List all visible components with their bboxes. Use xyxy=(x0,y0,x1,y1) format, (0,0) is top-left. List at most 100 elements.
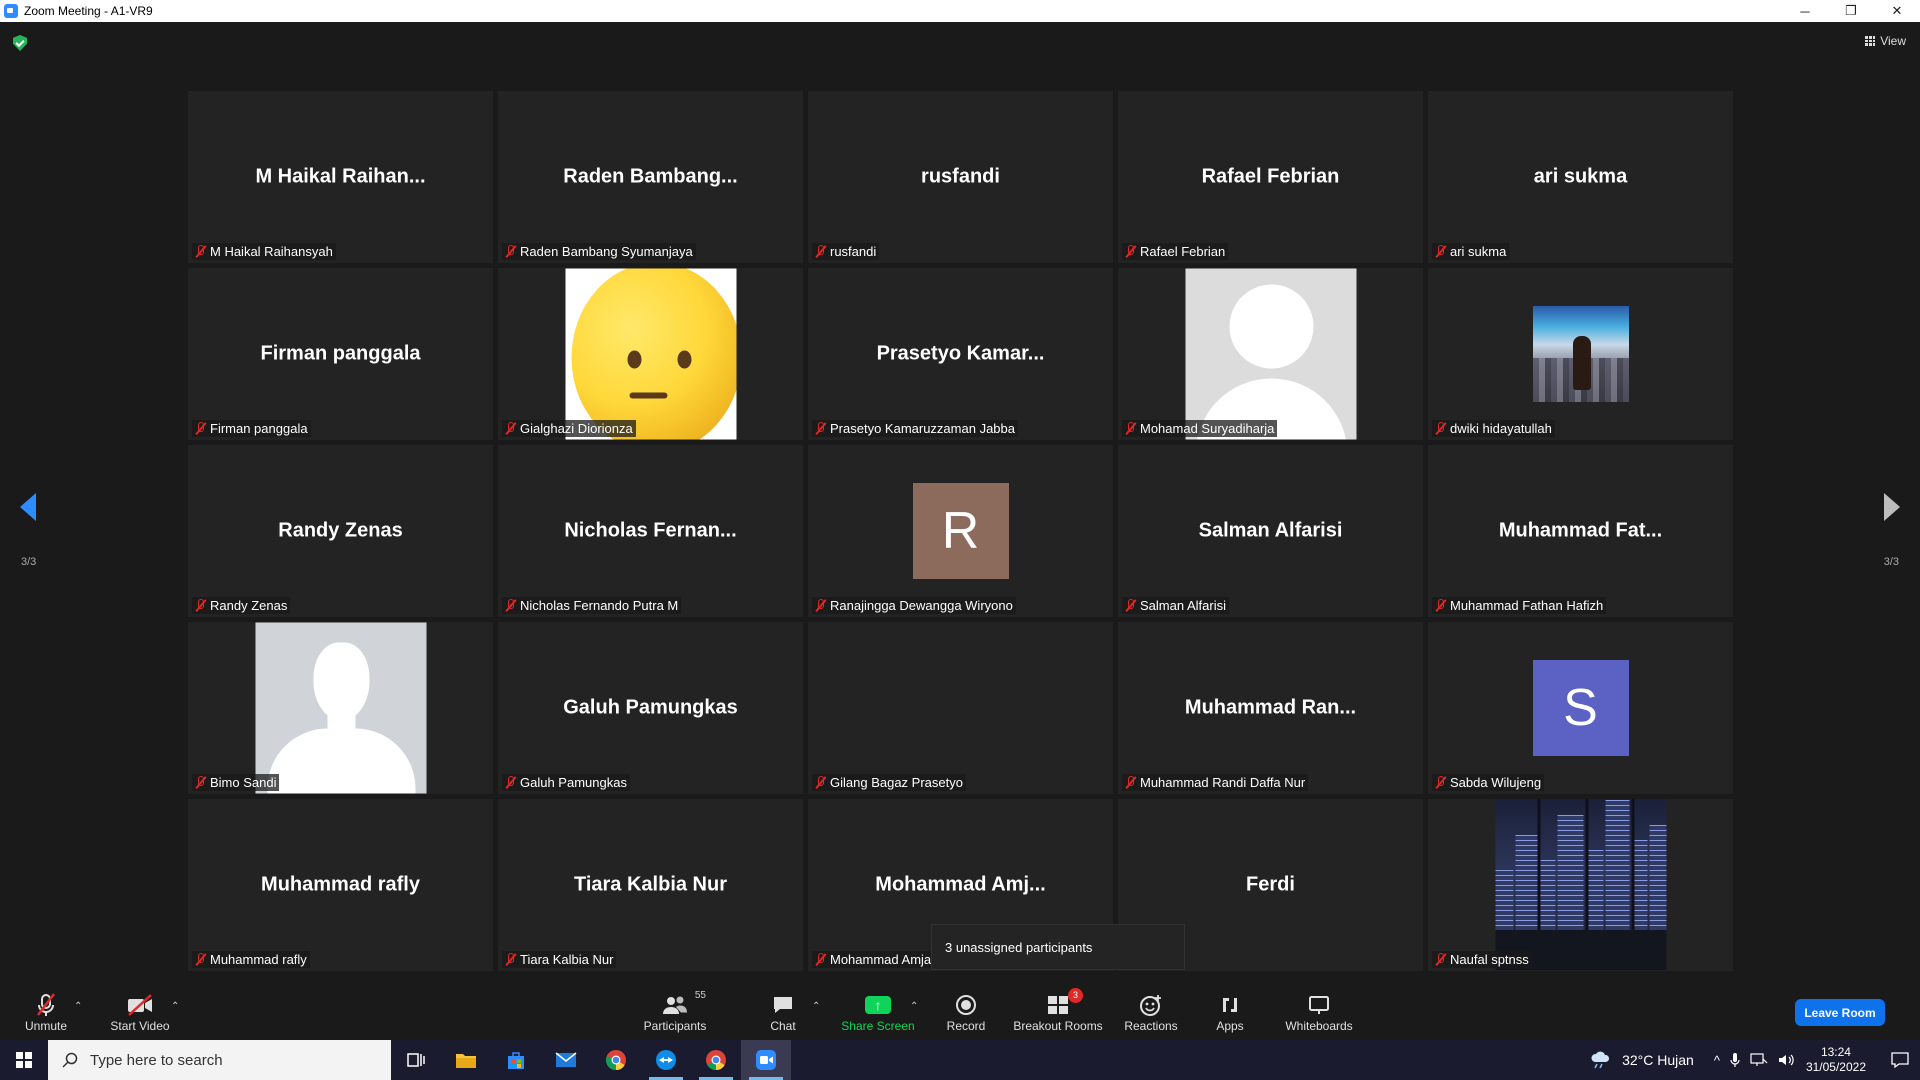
participant-name-tag: Galuh Pamungkas xyxy=(502,774,630,791)
participant-name: Mohammad Amja xyxy=(830,952,932,967)
microsoft-store-icon[interactable] xyxy=(491,1040,541,1080)
unmute-button[interactable]: Unmute xyxy=(18,985,74,1040)
participant-tile[interactable]: Randy Zenas Randy Zenas xyxy=(188,445,493,617)
participant-display-name: Prasetyo Kamar... xyxy=(876,342,1045,365)
participant-tile[interactable]: Muhammad rafly Muhammad rafly xyxy=(188,799,493,971)
participant-tile[interactable]: Prasetyo Kamar... Prasetyo Kamaruzzaman J… xyxy=(808,268,1113,440)
taskbar-search-box[interactable]: Type here to search xyxy=(48,1040,391,1080)
breakout-rooms-button[interactable]: 3 Breakout Rooms xyxy=(1012,985,1104,1040)
participant-name: ari sukma xyxy=(1450,244,1507,259)
participant-tile[interactable]: S Sabda Wilujeng xyxy=(1428,622,1733,794)
next-page-arrow-icon[interactable] xyxy=(1884,493,1900,521)
participant-display-name: ari sukma xyxy=(1533,165,1628,188)
task-view-icon[interactable] xyxy=(391,1040,441,1080)
participant-name-tag: Mohamad Suryadiharja xyxy=(1122,420,1278,437)
participant-name-tag: Mohammad Amja xyxy=(812,951,935,968)
participant-tile[interactable]: M Haikal Raihan... M Haikal Raihansyah xyxy=(188,91,493,263)
participant-tile[interactable]: Muhammad Fat... Muhammad Fathan Hafizh xyxy=(1428,445,1733,617)
participant-name-tag: Gialghazi Diorionza xyxy=(502,420,636,437)
participant-name: Gilang Bagaz Prasetyo xyxy=(830,775,963,790)
taskbar-apps xyxy=(391,1040,791,1080)
close-button[interactable]: ✕ xyxy=(1874,0,1920,22)
participant-tile[interactable]: Nicholas Fernan... Nicholas Fernando Putr… xyxy=(498,445,803,617)
mail-icon[interactable] xyxy=(541,1040,591,1080)
notifications-icon[interactable] xyxy=(1890,1051,1910,1069)
video-options-caret-icon[interactable]: ⌃ xyxy=(171,1001,181,1012)
chat-options-caret-icon[interactable]: ⌃ xyxy=(812,1001,822,1012)
taskbar-clock[interactable]: 13:24 31/05/2022 xyxy=(1806,1045,1866,1075)
participant-name: Raden Bambang Syumanjaya xyxy=(520,244,693,259)
participant-tile[interactable]: Salman Alfarisi Salman Alfarisi xyxy=(1118,445,1423,617)
minimize-button[interactable]: ─ xyxy=(1782,0,1828,22)
muted-mic-icon xyxy=(1125,599,1136,612)
participant-tile[interactable]: Raden Bambang... Raden Bambang Syumanjaya xyxy=(498,91,803,263)
participant-tile[interactable]: Muhammad Ran... Muhammad Randi Daffa Nur xyxy=(1118,622,1423,794)
participant-name: Nicholas Fernando Putra M xyxy=(520,598,679,613)
participant-tile[interactable]: R Ranajingga Dewangga Wiryono xyxy=(808,445,1113,617)
weather-text[interactable]: 32°C Hujan xyxy=(1622,1052,1694,1068)
participant-display-name: Tiara Kalbia Nur xyxy=(573,873,728,896)
participant-tile[interactable]: ari sukma ari sukma xyxy=(1428,91,1733,263)
participant-name-tag: Muhammad rafly xyxy=(192,951,310,968)
file-explorer-icon[interactable] xyxy=(441,1040,491,1080)
share-options-caret-icon[interactable]: ⌃ xyxy=(910,1001,920,1012)
participant-name: Sabda Wilujeng xyxy=(1450,775,1542,790)
participant-tile[interactable]: Firman panggala Firman panggala xyxy=(188,268,493,440)
participant-tile[interactable]: Tiara Kalbia Nur Tiara Kalbia Nur xyxy=(498,799,803,971)
participant-name: Randy Zenas xyxy=(210,598,288,613)
grid-view-icon xyxy=(1865,36,1876,46)
page-indicator-left: 3/3 xyxy=(21,556,37,568)
participant-tile[interactable]: rusfandi rusfandi xyxy=(808,91,1113,263)
muted-mic-icon xyxy=(815,422,826,435)
participant-tile[interactable]: Mohamad Suryadiharja xyxy=(1118,268,1423,440)
apps-label: Apps xyxy=(1216,1018,1244,1033)
volume-icon[interactable] xyxy=(1778,1053,1796,1067)
start-video-button[interactable]: Start Video xyxy=(104,985,176,1040)
meeting-area: View 3/3 3/3 M Haikal Raihan... M Haikal … xyxy=(0,22,1920,985)
share-screen-label: Share Screen xyxy=(841,1018,915,1033)
start-button[interactable] xyxy=(0,1040,48,1080)
audio-options-caret-icon[interactable]: ⌃ xyxy=(74,1001,84,1012)
participant-tile[interactable]: Gilang Bagaz Prasetyo xyxy=(808,622,1113,794)
participant-name: rusfandi xyxy=(830,244,877,259)
participant-name-tag: Gilang Bagaz Prasetyo xyxy=(812,774,966,791)
participant-tile[interactable]: Naufal sptnss xyxy=(1428,799,1733,971)
participant-display-name: Randy Zenas xyxy=(278,519,403,542)
record-button[interactable]: Record xyxy=(940,985,992,1040)
chat-button[interactable]: Chat xyxy=(763,985,803,1040)
previous-page-arrow-icon[interactable] xyxy=(20,493,36,521)
muted-mic-icon xyxy=(1435,953,1446,966)
participant-display-name: Raden Bambang... xyxy=(563,165,738,188)
video-grid: M Haikal Raihan... M Haikal Raihansyah Rad… xyxy=(188,91,1733,971)
microphone-tray-icon[interactable] xyxy=(1730,1052,1740,1068)
participant-tile[interactable]: Rafael Febrian Rafael Febrian xyxy=(1118,91,1423,263)
participant-name: Galuh Pamungkas xyxy=(520,775,627,790)
participant-name-tag: Rafael Febrian xyxy=(1122,243,1229,260)
zoom-taskbar-icon[interactable] xyxy=(741,1040,791,1080)
whiteboards-button[interactable]: Whiteboards xyxy=(1282,985,1356,1040)
apps-button[interactable]: Apps xyxy=(1210,985,1250,1040)
chrome-profile-icon[interactable] xyxy=(691,1040,741,1080)
rain-cloud-icon[interactable] xyxy=(1590,1051,1612,1069)
teamviewer-icon[interactable] xyxy=(641,1040,691,1080)
maximize-button[interactable]: ❐ xyxy=(1828,0,1874,22)
participant-name: Bimo Sandi xyxy=(210,775,277,790)
participant-name-tag: ari sukma xyxy=(1432,243,1510,260)
view-button[interactable]: View xyxy=(1865,34,1906,48)
muted-mic-icon xyxy=(815,599,826,612)
muted-mic-icon xyxy=(195,245,206,258)
leave-room-button[interactable]: Leave Room xyxy=(1795,999,1885,1026)
reactions-button[interactable]: Reactions xyxy=(1120,985,1182,1040)
chrome-icon[interactable] xyxy=(591,1040,641,1080)
participant-display-name: Nicholas Fernan... xyxy=(564,519,737,542)
participant-name: Muhammad rafly xyxy=(210,952,307,967)
participant-tile[interactable]: dwiki hidayatullah xyxy=(1428,268,1733,440)
participant-tile[interactable]: Gialghazi Diorionza xyxy=(498,268,803,440)
participant-name-tag: Muhammad Randi Daffa Nur xyxy=(1122,774,1309,791)
share-screen-button[interactable]: ↑ Share Screen xyxy=(838,985,918,1040)
network-icon[interactable] xyxy=(1750,1053,1768,1067)
participant-tile[interactable]: Galuh Pamungkas Galuh Pamungkas xyxy=(498,622,803,794)
participants-button[interactable]: 55 Participants xyxy=(640,985,710,1040)
tray-expand-chevron-icon[interactable]: ^ xyxy=(1714,1053,1720,1068)
participant-tile[interactable]: Bimo Sandi xyxy=(188,622,493,794)
